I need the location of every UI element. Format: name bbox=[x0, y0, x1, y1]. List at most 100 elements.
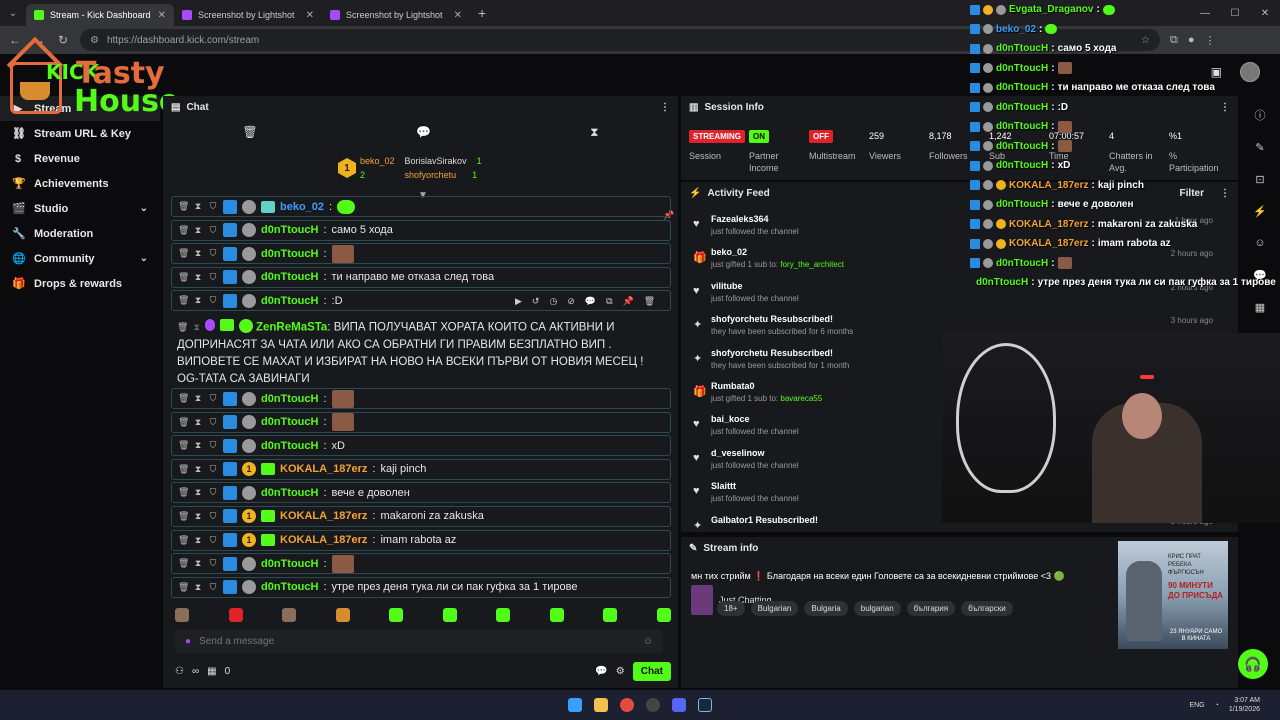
connections-icon[interactable]: ⚇ bbox=[175, 666, 184, 677]
activity-username[interactable]: Galbator1 Resubscribed! bbox=[711, 515, 818, 525]
emoji-icon[interactable]: ☺ bbox=[643, 636, 653, 647]
shield-icon[interactable]: ⛉ bbox=[208, 440, 218, 451]
chevron-down-icon[interactable]: ⌄ bbox=[140, 253, 148, 264]
settings-icon[interactable]: ⚙ bbox=[616, 666, 625, 677]
tab-lightshot-1[interactable]: Screenshot by Lightshot ✕ bbox=[174, 4, 322, 26]
message-username[interactable]: KOKALA_187erz bbox=[280, 534, 367, 546]
activity-recipient[interactable]: fory_the_architect bbox=[780, 260, 844, 269]
activity-recipient[interactable]: bavareca55 bbox=[780, 394, 822, 403]
emote-icon[interactable] bbox=[335, 608, 350, 622]
message-username[interactable]: d0nTtoucH bbox=[261, 440, 318, 452]
clock-icon[interactable]: ◷ bbox=[549, 296, 557, 307]
send-message-input[interactable] bbox=[199, 635, 635, 647]
hourglass-icon[interactable]: ⧗ bbox=[193, 272, 203, 283]
system-clock[interactable]: 3:07 AM 1/19/2026 bbox=[1229, 696, 1260, 714]
language-indicator[interactable]: ENG bbox=[1189, 702, 1204, 709]
close-icon[interactable]: ✕ bbox=[454, 10, 462, 21]
hourglass-icon[interactable]: ⧗ bbox=[193, 295, 203, 306]
activity-username[interactable]: Rumbata0 bbox=[711, 381, 755, 391]
gifter-name[interactable]: shofyorchetu bbox=[405, 170, 457, 180]
hourglass-icon[interactable]: ⧗ bbox=[193, 535, 203, 546]
chevron-down-icon[interactable]: ⌄ bbox=[140, 203, 148, 214]
layout-icon[interactable]: ▦ bbox=[1251, 298, 1269, 316]
sidebar-item-community[interactable]: 🌐 Community ⌄ bbox=[0, 246, 160, 271]
message-username[interactable]: d0nTtoucH bbox=[261, 295, 318, 307]
message-username[interactable]: d0nTtoucH bbox=[261, 416, 318, 428]
sidebar-item-drops-rewards[interactable]: 🎁 Drops & rewards bbox=[0, 271, 160, 296]
delete-message-icon[interactable]: 🗑 bbox=[644, 296, 655, 307]
mic-icon[interactable]: ● bbox=[185, 636, 191, 647]
shield-icon[interactable]: ⛉ bbox=[208, 464, 218, 475]
trash-icon[interactable]: 🗑 bbox=[178, 201, 189, 212]
chrome-icon[interactable] bbox=[620, 698, 634, 712]
hourglass-icon[interactable]: ⧗ bbox=[193, 487, 203, 498]
play-icon[interactable]: ▶ bbox=[515, 296, 522, 307]
activity-username[interactable]: d_veselinow bbox=[711, 448, 765, 458]
message-username[interactable]: d0nTtoucH bbox=[261, 393, 318, 405]
shield-icon[interactable]: ⛉ bbox=[208, 582, 218, 593]
shield-icon[interactable]: ⛉ bbox=[208, 225, 218, 236]
sidebar-item-revenue[interactable]: $ Revenue bbox=[0, 146, 160, 171]
hourglass-icon[interactable]: ⧗ bbox=[193, 511, 203, 522]
trash-icon[interactable]: 🗑 bbox=[178, 582, 189, 593]
trash-icon[interactable]: 🗑 bbox=[178, 272, 189, 283]
hourglass-icon[interactable]: ⧗ bbox=[193, 201, 203, 212]
tab-lightshot-2[interactable]: Screenshot by Lightshot ✕ bbox=[322, 4, 470, 26]
hourglass-icon[interactable]: ⧗ bbox=[193, 225, 203, 236]
shield-icon[interactable]: ⛉ bbox=[208, 558, 218, 569]
chat-bubble-icon[interactable]: 💬 bbox=[416, 125, 431, 139]
trash-icon[interactable]: 🗑 bbox=[178, 535, 189, 546]
hourglass-icon[interactable]: ⧗ bbox=[193, 417, 203, 428]
message-username[interactable]: d0nTtoucH bbox=[261, 581, 318, 593]
obs-icon[interactable] bbox=[646, 698, 660, 712]
activity-username[interactable]: shofyorchetu Resubscribed! bbox=[711, 348, 833, 358]
emote-icon[interactable] bbox=[175, 608, 189, 622]
message-username[interactable]: beko_02 bbox=[280, 201, 324, 213]
emote-icon[interactable] bbox=[442, 608, 457, 622]
trash-icon[interactable]: 🗑 bbox=[178, 248, 189, 259]
trash-icon[interactable]: 🗑 bbox=[242, 125, 257, 139]
activity-username[interactable]: beko_02 bbox=[711, 247, 747, 257]
shield-icon[interactable]: ⛉ bbox=[208, 511, 218, 522]
shield-icon[interactable]: ⛉ bbox=[208, 535, 218, 546]
activity-username[interactable]: Fazealeks364 bbox=[711, 214, 769, 224]
reload-icon[interactable]: ↻ bbox=[56, 33, 70, 47]
hourglass-icon[interactable]: ⧗ bbox=[193, 393, 203, 404]
file-explorer-icon[interactable] bbox=[594, 698, 608, 712]
emote-icon[interactable] bbox=[389, 608, 404, 622]
shield-icon[interactable]: ⛉ bbox=[208, 393, 218, 404]
message-username[interactable]: d0nTtoucH bbox=[261, 558, 318, 570]
activity-username[interactable]: Slaittt bbox=[711, 481, 736, 491]
chat-settings-bubble-icon[interactable]: 💬 bbox=[595, 666, 607, 677]
stream-tag[interactable]: Bulgaria bbox=[804, 601, 848, 616]
back-icon[interactable]: ← bbox=[8, 33, 22, 47]
message-username[interactable]: KOKALA_187erz bbox=[280, 510, 367, 522]
emote-icon[interactable] bbox=[656, 608, 671, 622]
stream-tag[interactable]: български bbox=[961, 601, 1013, 616]
stream-tag[interactable]: bulgarian bbox=[853, 601, 901, 616]
message-username[interactable]: d0nTtoucH bbox=[261, 271, 318, 283]
hourglass-icon[interactable]: ⧗ bbox=[193, 558, 203, 569]
pin-message-icon[interactable]: 📌 bbox=[623, 296, 634, 307]
trash-icon[interactable]: 🗑 bbox=[178, 487, 189, 498]
stream-tag[interactable]: българия bbox=[906, 601, 956, 616]
trash-icon[interactable]: 🗑 bbox=[178, 558, 189, 569]
sidebar-item-achievements[interactable]: 🏆 Achievements bbox=[0, 171, 160, 196]
trash-icon[interactable]: 🗑 bbox=[178, 511, 189, 522]
activity-username[interactable]: vilitube bbox=[711, 281, 743, 291]
sidebar-item-moderation[interactable]: 🔧 Moderation bbox=[0, 221, 160, 246]
tab-kick-dashboard[interactable]: Stream - Kick Dashboard ✕ bbox=[26, 4, 174, 26]
message-username[interactable]: KOKALA_187erz bbox=[280, 463, 367, 475]
emote-icon[interactable] bbox=[496, 608, 511, 622]
tab-menu-button[interactable]: ⌄ bbox=[0, 0, 26, 26]
trash-icon[interactable]: 🗑 bbox=[178, 464, 189, 475]
emote-icon[interactable] bbox=[228, 608, 243, 622]
slash-icon[interactable]: ⊘ bbox=[567, 296, 575, 307]
message-username[interactable]: ZenReMaSTa bbox=[256, 322, 327, 334]
copy-icon[interactable]: ⧉ bbox=[606, 296, 612, 307]
stream-tag[interactable]: Bulgarian bbox=[750, 601, 799, 616]
emote-icon[interactable] bbox=[603, 608, 618, 622]
hourglass-icon[interactable]: ⧗ bbox=[193, 319, 199, 336]
hourglass-icon[interactable]: ⧗ bbox=[590, 125, 598, 140]
trash-icon[interactable]: 🗑 bbox=[177, 319, 188, 336]
